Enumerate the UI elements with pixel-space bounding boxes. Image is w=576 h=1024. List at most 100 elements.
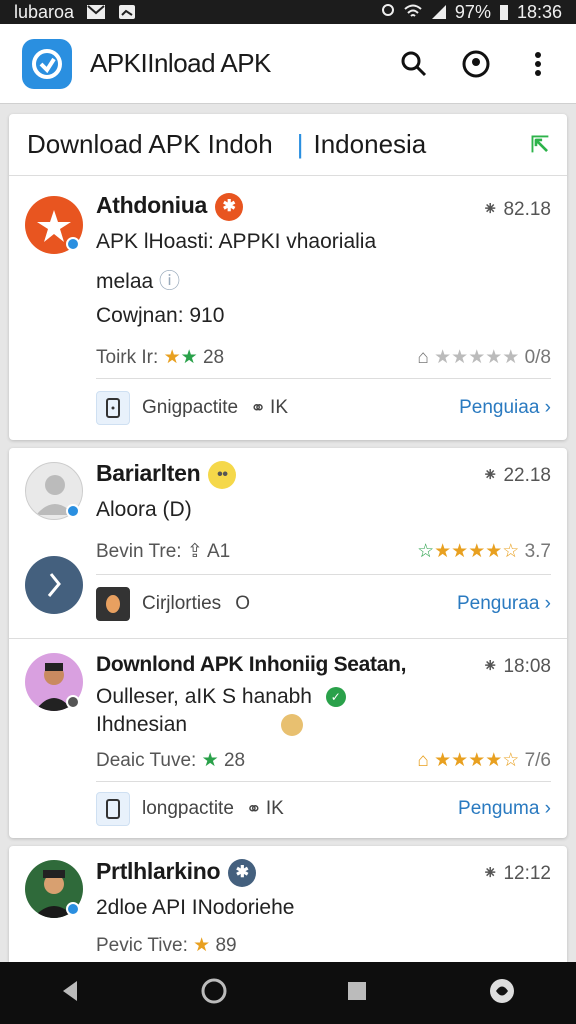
rating-value: 3.7 — [524, 541, 551, 562]
home-button[interactable] — [200, 977, 228, 1010]
banner-right: Indonesia — [313, 129, 427, 159]
app-meta-num: 89 — [215, 935, 237, 956]
rating: ⌂ ★★★★★ 0/8 — [417, 346, 551, 369]
item-divider — [96, 378, 551, 379]
home-icon — [201, 978, 227, 1003]
open-link[interactable]: Penguma › — [458, 798, 551, 820]
open-link[interactable]: Penguiaa › — [459, 397, 551, 419]
footer-label: Gnigpactite — [142, 397, 239, 418]
image-icon — [119, 5, 136, 19]
battery-icon — [499, 5, 508, 20]
app-version: ⁕ 22.18 — [482, 465, 551, 486]
footer-extra: IK — [270, 397, 288, 418]
app-item-2[interactable]: Bariarlten •• ⁕ 22.18 Aloora (D) Bevin Tr… — [9, 448, 567, 638]
flag-icon[interactable]: ⇱ — [531, 132, 549, 158]
verified-badge — [66, 695, 80, 709]
recents-icon — [348, 981, 367, 1000]
app-bar: APKIInload APK — [0, 24, 576, 104]
open-link-text: Penguiaa — [459, 397, 540, 418]
item-divider — [96, 574, 551, 575]
assistant-icon — [489, 978, 514, 1003]
footer-label: Cirjlorties — [142, 593, 222, 614]
app-meta: Pevic Tive: ★ 89 — [96, 934, 237, 957]
avatar-small-icon — [281, 714, 304, 737]
footer-extra: IK — [265, 798, 284, 819]
phone-icon — [96, 792, 130, 826]
emoji-icon: •• — [208, 460, 237, 489]
link-icon: ⚭ — [245, 798, 262, 820]
app-meta-label: Deaic Tuve: — [96, 750, 197, 771]
app-meta: Deaic Tuve: ★ 28 — [96, 749, 245, 772]
signal-icon — [431, 5, 446, 19]
account-button[interactable] — [460, 48, 492, 80]
banner-divider: | — [296, 129, 304, 159]
rating-stars: ★★★★☆ — [434, 750, 520, 771]
rating-value: 7/6 — [524, 750, 551, 771]
item-footer: longpactite ⚭ IK Penguma › — [96, 789, 551, 829]
battery-text: 97% — [454, 1, 491, 22]
star-icon: ★ — [163, 347, 181, 368]
assistant-button[interactable] — [487, 976, 517, 1011]
status-bar: lubaroa 97% 18:36 — [0, 0, 576, 24]
app-thumb-icon — [96, 587, 130, 621]
item-footer: Gnigpactite ⚭ IK Penguiaa › — [96, 388, 551, 428]
search-icon — [401, 51, 427, 76]
app-meta-num: 28 — [223, 750, 246, 771]
app-logo — [22, 38, 72, 89]
app-avatar-2 — [25, 556, 83, 614]
search-button[interactable] — [398, 48, 430, 80]
banner-left: Download APK Indoh — [27, 129, 273, 159]
star-icon: ★ — [193, 935, 211, 956]
back-button[interactable] — [59, 979, 81, 1008]
app-meta-num: 28 — [202, 347, 225, 368]
app-desc-text: Oulleser, aIK S hanabh — [96, 685, 312, 708]
app-desc-2-text: melaa — [96, 270, 154, 293]
system-nav-bar — [0, 962, 576, 1024]
app-desc: Aloora (D) — [96, 498, 192, 521]
house-icon: ⌂ — [417, 750, 429, 771]
app-title: APKIInload APK — [90, 48, 271, 78]
carrier-text: lubaroa — [14, 1, 75, 22]
app-meta-label: Bevin Tre: — [96, 541, 182, 562]
open-link[interactable]: Penguraa › — [457, 593, 551, 615]
clock-text: 18:36 — [516, 1, 562, 22]
share-icon: ⇪ — [186, 541, 203, 562]
link-icon: ⚭ — [250, 397, 267, 419]
recents-button[interactable] — [346, 980, 368, 1007]
app-meta-label: Pevic Tive: — [96, 935, 188, 956]
star-green-icon: ★ — [180, 347, 198, 368]
open-link-text: Penguma — [458, 798, 540, 819]
app-list-card: Download APK Indoh | Indonesia ⇱ Athdoni… — [9, 114, 567, 440]
rating-stars: ★★★★☆ — [434, 541, 520, 562]
star-icon: ★ — [201, 750, 219, 771]
item-footer: Cirjlorties O Penguraa › — [96, 584, 551, 624]
check-badge-icon: ✓ — [325, 687, 346, 708]
more-options-button[interactable] — [522, 48, 554, 80]
logo-icon — [32, 48, 62, 79]
rating: ⌂ ★★★★☆ 7/6 — [417, 749, 551, 772]
rating-stars: ★★★★★ — [434, 347, 520, 368]
app-name: Bariarlten •• — [96, 460, 237, 489]
app-name-text: Bariarlten — [96, 460, 201, 486]
app-meta-label: Toirk Ir: — [96, 347, 159, 368]
phone-glyph — [106, 799, 120, 819]
star-outline-icon: ☆ — [417, 541, 435, 562]
badge-icon: ✱ — [215, 192, 243, 221]
app-name-text: Athdoniua — [96, 192, 207, 218]
app-item-1[interactable]: Athdoniua ✱ ⁕ 82.18 APK lHoasti: APPKI vh… — [9, 176, 567, 440]
app-item-4[interactable]: Prtlhlarkino ✱ ⁕ 12:12 2dloe API INodorie… — [9, 846, 567, 962]
back-icon — [63, 980, 78, 1001]
app-name: Athdoniua ✱ — [96, 192, 243, 221]
app-version: ⁕ 12:12 — [482, 863, 551, 884]
badge-icon: ✱ — [228, 858, 257, 887]
app-desc-2: melaa ⓘ — [96, 265, 180, 295]
verified-badge — [66, 902, 80, 916]
app-meta: Bevin Tre: ⇪ A1 — [96, 540, 230, 563]
footer-label: longpactite — [142, 798, 234, 819]
app-logo-icon — [47, 573, 61, 597]
app-name: Downlond APK Inhoniig Seatan, — [96, 653, 407, 676]
app-name: Prtlhlarkino ✱ — [96, 858, 257, 887]
more-vert-icon — [535, 51, 541, 76]
house-icon: ⌂ — [417, 347, 429, 368]
app-item-3[interactable]: Downlond APK Inhoniig Seatan, ⁕ 18:08 Ou… — [9, 639, 567, 838]
